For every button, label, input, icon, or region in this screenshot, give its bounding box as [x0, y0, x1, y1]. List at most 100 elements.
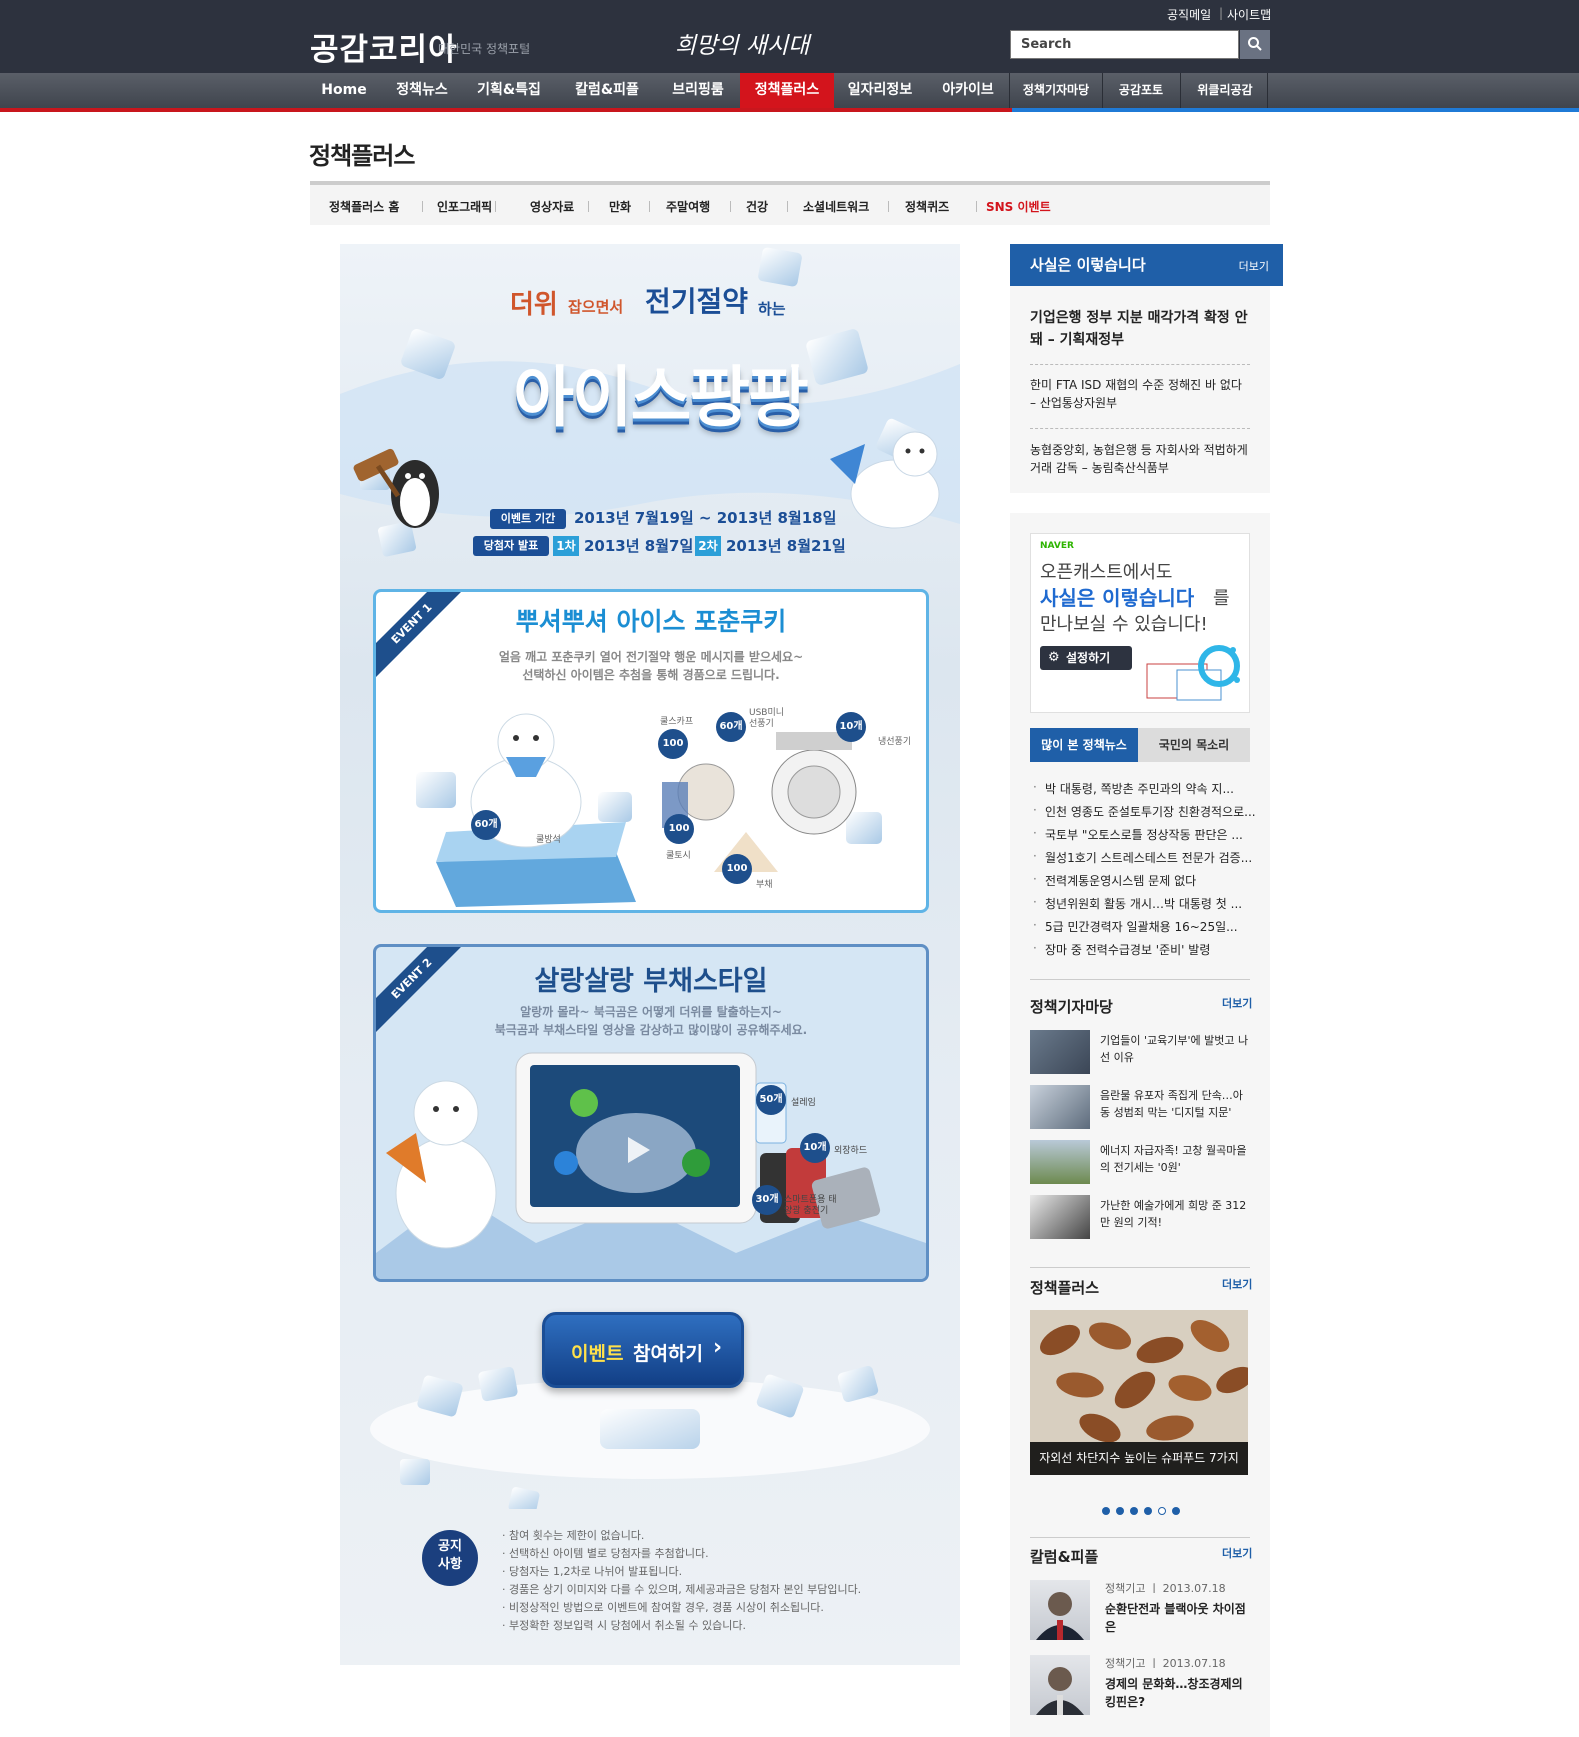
notice-item: · 비정상적인 방법으로 이벤트에 참여할 경우, 경품 시상이 취소됩니다. [502, 1601, 824, 1614]
prize-name: 스마트폰용 태양광 충전기 [784, 1195, 837, 1216]
reporter-item[interactable]: 에너지 자급자족! 고창 월곡마을의 전기세는 '0원' [1100, 1142, 1250, 1176]
cta-label: 참여하기 [633, 1343, 703, 1365]
popular-news-item[interactable]: 월성1호기 스트레스테스트 전문가 검증... [1033, 849, 1252, 866]
naver-opencast-ad[interactable]: NAVER 오픈캐스트에서도 사실은 이렇습니다 를 만나보실 수 있습니다! … [1030, 533, 1250, 713]
notice-item: · 당첨자는 1,2차로 나뉘어 발표됩니다. [502, 1565, 683, 1578]
column-title[interactable]: 순환단전과 블랙아웃 차이점은 [1105, 1600, 1255, 1636]
column-more-link[interactable]: 더보기 [1222, 1545, 1252, 1561]
notice-badge: 공지 사항 [422, 1530, 478, 1586]
facts-more-link[interactable]: 더보기 [1239, 258, 1269, 274]
reporter-item[interactable]: 가난한 예술가에게 희망 준 312만 원의 기적! [1100, 1197, 1250, 1231]
popular-news-item[interactable]: 장마 중 전력수급경보 '준비' 발령 [1033, 941, 1210, 958]
reporter-item[interactable]: 기업들이 '교육기부'에 발벗고 나선 이유 [1100, 1032, 1250, 1066]
tab-popular-news[interactable]: 많이 본 정책뉴스 [1030, 728, 1138, 762]
fact-item[interactable]: 한미 FTA ISD 재협의 수준 정해진 바 없다 – 산업통상자원부 [1030, 376, 1250, 412]
person-avatar [1036, 1667, 1084, 1715]
plus-featured-image[interactable]: 자외선 차단지수 높이는 슈퍼푸드 7가지 [1030, 1310, 1248, 1475]
author-photo[interactable] [1030, 1655, 1090, 1715]
ice-cube [758, 247, 802, 287]
search-icon[interactable] [1240, 30, 1270, 59]
subnav-comic[interactable]: 만화 [609, 198, 631, 215]
nav-column-people[interactable]: 칼럼&피플 [562, 73, 652, 108]
nav-policy-plus[interactable]: 정책플러스 [740, 73, 834, 108]
subnav-sns-event[interactable]: SNS 이벤트 [986, 198, 1051, 215]
logo-subtitle: 대한민국 정책포털 [438, 42, 531, 56]
carousel-dot[interactable] [1102, 1507, 1110, 1515]
subnav-infographic[interactable]: 인포그래픽 [437, 198, 492, 215]
subnav-divider [888, 201, 889, 212]
nav-home[interactable]: Home [312, 73, 376, 108]
reporter-thumbnail[interactable] [1030, 1195, 1090, 1239]
subnav-weekend-trip[interactable]: 주말여행 [666, 198, 710, 215]
carousel-dot-active[interactable] [1158, 1507, 1166, 1515]
nav-jobs[interactable]: 일자리정보 [840, 73, 920, 108]
slogan: 희망의 새시대 [675, 33, 810, 59]
reporter-item[interactable]: 음란물 유포자 족집게 단속…아동 성범죄 막는 '디지털 지문' [1100, 1087, 1250, 1121]
reporter-thumbnail[interactable] [1030, 1140, 1090, 1184]
section-divider [1030, 1267, 1250, 1268]
carousel-dot[interactable] [1172, 1507, 1180, 1515]
subnav-health[interactable]: 건강 [746, 198, 768, 215]
headline-doing: 하는 [758, 300, 786, 318]
carousel-dot[interactable] [1144, 1507, 1152, 1515]
nav-policy-news[interactable]: 정책뉴스 [386, 73, 458, 108]
reporter-more-link[interactable]: 더보기 [1222, 995, 1252, 1011]
popular-news-item[interactable]: 5급 민간경력자 일괄채용 16~25일... [1033, 918, 1238, 935]
prize-name: USB미니 선풍기 [749, 708, 785, 729]
reporter-thumbnail[interactable] [1030, 1085, 1090, 1129]
round1-label: 1차 [553, 536, 579, 556]
search-input[interactable]: Search [1010, 30, 1239, 59]
subnav-video[interactable]: 영상자료 [530, 198, 574, 215]
plus-caption: 자외선 차단지수 높이는 슈퍼푸드 7가지 [1030, 1442, 1248, 1475]
notice-item: · 부정확한 정보입력 시 당첨에서 취소될 수 있습니다. [502, 1619, 746, 1632]
ad-line1: 오픈캐스트에서도 [1040, 562, 1173, 583]
prize-name: 냉선풍기 [878, 737, 912, 747]
subnav-social[interactable]: 소셜네트워크 [803, 198, 869, 215]
gear-icon: ⚙ [1048, 650, 1060, 665]
event2-title: 살랑살랑 부채스타일 [534, 966, 768, 997]
news-tabs: 많이 본 정책뉴스 국민의 목소리 [1030, 728, 1250, 762]
util-link-sitemap[interactable]: 사이트맵 [1227, 6, 1271, 23]
tab-citizen-voice[interactable]: 국민의 목소리 [1138, 728, 1250, 762]
column-title[interactable]: 경제의 문화화…창조경제의 킹핀은? [1105, 1675, 1255, 1711]
nav-weekly[interactable]: 위클리공감 [1181, 73, 1269, 108]
subnav-home[interactable]: 정책플러스 홈 [329, 198, 399, 215]
event1-desc: 선택하신 아이템은 추첨을 통해 경품으로 드립니다. [522, 668, 780, 682]
ad-line2-suffix: 를 [1213, 588, 1230, 609]
fact-item[interactable]: 기업은행 정부 지분 매각가격 확정 안돼 – 기획재정부 [1030, 307, 1250, 351]
nav-archive[interactable]: 아카이브 [928, 73, 1008, 108]
event2-desc: 알랑까 몰라~ 북극곰은 어떻게 더위를 탈출하는지~ [520, 1005, 782, 1019]
prize-name: 쿨방석 [536, 835, 561, 845]
setup-button[interactable]: ⚙ 설정하기 [1040, 646, 1132, 670]
event1-card[interactable]: EVENT 1 뿌셔뿌셔 아이스 포춘쿠키 얼음 깨고 포춘쿠키 열어 전기절약… [373, 589, 929, 913]
author-photo[interactable] [1030, 1580, 1090, 1640]
popular-news-item[interactable]: 인천 영종도 준설토투기장 친환경적으로... [1033, 803, 1256, 820]
carousel-dot[interactable] [1116, 1507, 1124, 1515]
reporter-thumbnail[interactable] [1030, 1030, 1090, 1074]
subnav-divider [787, 201, 788, 212]
prize-count-badge: 60개 [471, 810, 501, 840]
section-divider [1030, 1537, 1250, 1538]
site-logo[interactable]: 공감코리아 [310, 24, 458, 69]
facts-box: 사실은 이렇습니다 더보기 기업은행 정부 지분 매각가격 확정 안돼 – 기획… [1010, 244, 1283, 493]
event2-card[interactable]: EVENT 2 살랑살랑 부채스타일 알랑까 몰라~ 북극곰은 어떻게 더위를 … [373, 944, 929, 1282]
plus-section-title: 정책플러스 [1030, 1279, 1100, 1297]
util-link-mail[interactable]: 공직메일 [1167, 6, 1211, 23]
popular-news-item[interactable]: 박 대통령, 쪽방촌 주민과의 약속 지... [1033, 780, 1234, 797]
cta-highlight: 이벤트 [571, 1343, 624, 1365]
prize-name: 설레임 [791, 1098, 816, 1108]
nav-briefing[interactable]: 브리핑룸 [662, 73, 734, 108]
popular-news-item[interactable]: 전력계통운영시스템 문제 없다 [1033, 872, 1196, 889]
subnav-divider [649, 201, 650, 212]
popular-news-item[interactable]: 청년위원회 활동 개시…박 대통령 첫 ... [1033, 895, 1242, 912]
popular-news-item[interactable]: 국토부 "오토스로틀 정상작동 판단은 ... [1033, 826, 1243, 843]
join-event-button[interactable]: 이벤트 참여하기 › [542, 1312, 744, 1388]
nav-features[interactable]: 기획&특집 [468, 73, 550, 108]
carousel-dot[interactable] [1130, 1507, 1138, 1515]
fact-item[interactable]: 농협중앙회, 농협은행 등 자회사와 적법하게 거래 감독 – 농림축산식품부 [1030, 441, 1250, 477]
nav-reporter[interactable]: 정책기자마당 [1010, 73, 1102, 108]
prize-count-badge: 100개 [722, 854, 752, 904]
subnav-quiz[interactable]: 정책퀴즈 [905, 198, 949, 215]
plus-more-link[interactable]: 더보기 [1222, 1276, 1252, 1292]
nav-photo[interactable]: 공감포토 [1103, 73, 1179, 108]
